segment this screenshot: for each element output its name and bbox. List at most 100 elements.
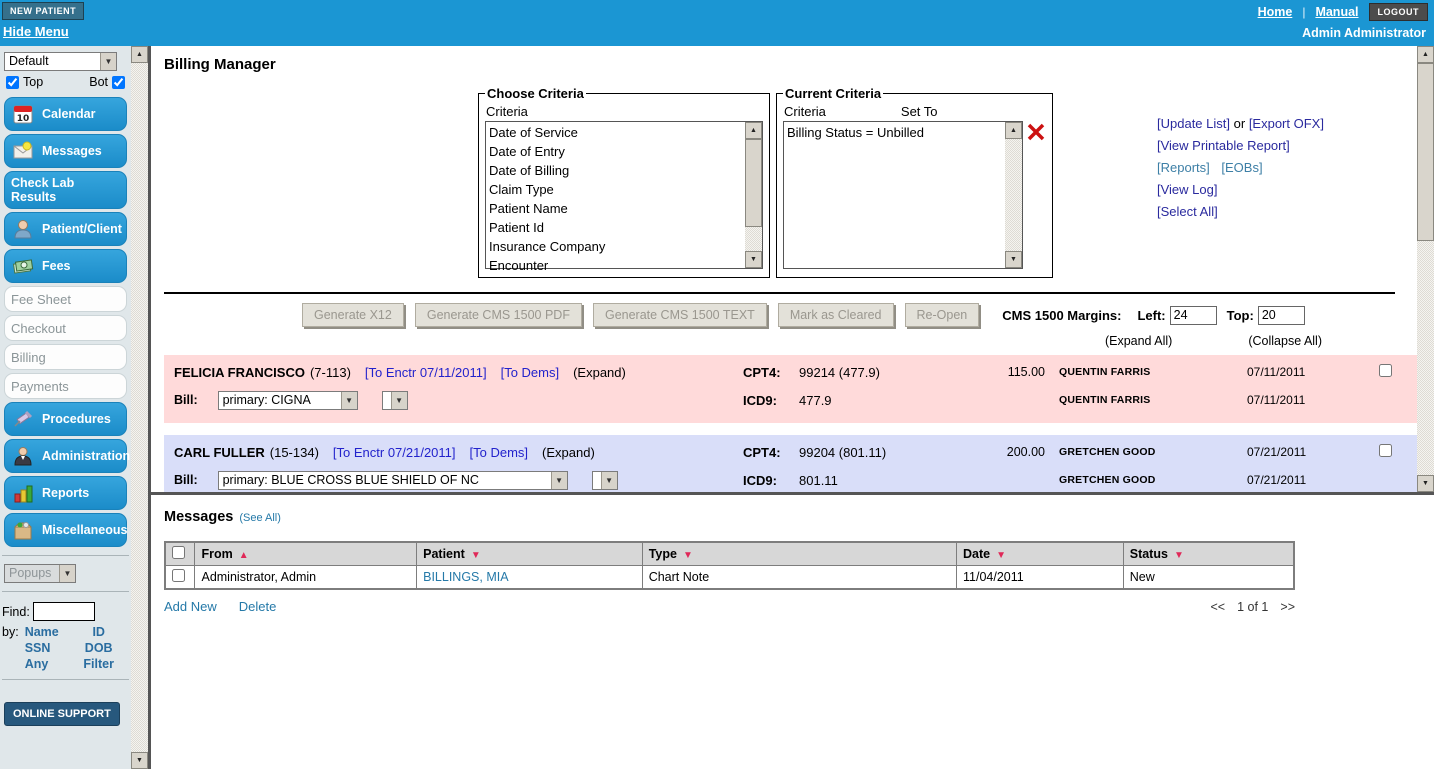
sidebar-item-calendar[interactable]: 10 Calendar: [4, 97, 127, 131]
sidebar-item-patient-client[interactable]: Patient/Client: [4, 212, 127, 246]
home-link[interactable]: Home: [1258, 5, 1293, 19]
new-patient-button[interactable]: NEW PATIENT: [2, 2, 84, 20]
scroll-up-icon[interactable]: ▲: [131, 46, 148, 63]
partner-select[interactable]: ▼: [382, 391, 408, 410]
scroll-down-icon[interactable]: ▼: [745, 251, 762, 268]
bot-checkbox[interactable]: [112, 76, 125, 89]
criteria-option[interactable]: Date of Billing: [489, 161, 745, 180]
next-page-button[interactable]: >>: [1280, 600, 1295, 614]
sidebar-item-check-lab-results[interactable]: Check Lab Results: [4, 171, 127, 209]
sidebar-item-payments[interactable]: Payments: [4, 373, 127, 399]
criteria-option[interactable]: Encounter: [489, 256, 745, 275]
scrollbar-thumb[interactable]: [1417, 63, 1434, 241]
partner-select[interactable]: ▼: [592, 471, 618, 490]
collapse-all-link[interactable]: (Collapse All): [1248, 334, 1322, 348]
scroll-up-icon[interactable]: ▲: [1417, 46, 1434, 63]
find-by-id-link[interactable]: ID: [75, 625, 123, 639]
find-by-name-link[interactable]: Name: [25, 625, 75, 639]
prev-page-button[interactable]: <<: [1211, 600, 1226, 614]
choose-criteria-listbox[interactable]: Date of Service Date of Entry Date of Bi…: [485, 121, 763, 269]
find-by-filter-link[interactable]: Filter: [75, 657, 123, 671]
manual-link[interactable]: Manual: [1315, 5, 1358, 19]
claim-select-checkbox[interactable]: [1379, 444, 1392, 457]
chevron-down-icon[interactable]: ▼: [391, 392, 407, 409]
column-header-from[interactable]: From▲: [195, 542, 417, 566]
current-criteria-item[interactable]: Billing Status = Unbilled: [787, 123, 1005, 142]
logout-button[interactable]: LOGOUT: [1369, 3, 1429, 21]
sidebar-item-checkout[interactable]: Checkout: [4, 315, 127, 341]
criteria-option[interactable]: Date of Entry: [489, 142, 745, 161]
scroll-up-icon[interactable]: ▲: [1005, 122, 1022, 139]
column-header-patient[interactable]: Patient▼: [417, 542, 643, 566]
insurance-select[interactable]: primary: BLUE CROSS BLUE SHIELD OF NC ▼: [218, 471, 568, 490]
export-ofx-link[interactable]: [Export OFX]: [1249, 116, 1324, 131]
mark-as-cleared-button[interactable]: Mark as Cleared: [778, 303, 894, 327]
billing-scrollbar[interactable]: ▲ ▼: [1417, 46, 1434, 492]
top-checkbox[interactable]: [6, 76, 19, 89]
generate-x12-button[interactable]: Generate X12: [302, 303, 404, 327]
find-input[interactable]: [33, 602, 95, 621]
scroll-up-icon[interactable]: ▲: [745, 122, 762, 139]
chevron-down-icon[interactable]: ▼: [59, 565, 75, 582]
expand-all-link[interactable]: (Expand All): [1105, 334, 1172, 348]
left-margin-input[interactable]: [1170, 306, 1217, 325]
find-by-ssn-link[interactable]: SSN: [25, 641, 75, 655]
chevron-down-icon[interactable]: ▼: [601, 472, 617, 489]
column-header-type[interactable]: Type▼: [642, 542, 956, 566]
top-margin-input[interactable]: [1258, 306, 1305, 325]
criteria-option[interactable]: Patient Name: [489, 199, 745, 218]
hide-menu-link[interactable]: Hide Menu: [3, 24, 69, 39]
select-all-checkbox[interactable]: [172, 546, 185, 559]
scroll-down-icon[interactable]: ▼: [1005, 251, 1022, 268]
find-by-any-link[interactable]: Any: [25, 657, 75, 671]
online-support-button[interactable]: ONLINE SUPPORT: [4, 702, 120, 726]
update-list-link[interactable]: [Update List]: [1157, 116, 1230, 131]
expand-claim-link[interactable]: (Expand): [573, 365, 626, 380]
view-printable-report-link[interactable]: [View Printable Report]: [1157, 138, 1324, 153]
listbox-scrollbar[interactable]: ▲ ▼: [745, 122, 762, 268]
claim-select-checkbox[interactable]: [1379, 364, 1392, 377]
generate-cms-1500-text-button[interactable]: Generate CMS 1500 TEXT: [593, 303, 767, 327]
chevron-down-icon[interactable]: ▼: [341, 392, 357, 409]
chevron-down-icon[interactable]: ▼: [100, 53, 116, 70]
scrollbar-thumb[interactable]: [745, 139, 762, 227]
see-all-link[interactable]: (See All): [239, 512, 281, 524]
select-all-link[interactable]: [Select All]: [1157, 204, 1324, 219]
sidebar-item-reports[interactable]: Reports: [4, 476, 127, 510]
listbox-scrollbar[interactable]: ▲ ▼: [1005, 122, 1022, 268]
column-header-status[interactable]: Status▼: [1123, 542, 1294, 566]
column-header-date[interactable]: Date▼: [957, 542, 1124, 566]
sidebar-item-fee-sheet[interactable]: Fee Sheet: [4, 286, 127, 312]
delete-link[interactable]: Delete: [239, 599, 277, 614]
current-criteria-listbox[interactable]: Billing Status = Unbilled ▲ ▼: [783, 121, 1023, 269]
sidebar-item-miscellaneous[interactable]: Miscellaneous: [4, 513, 127, 547]
reports-link[interactable]: [Reports]: [1157, 160, 1210, 175]
criteria-option[interactable]: Insurance Company: [489, 237, 745, 256]
sidebar-item-administration[interactable]: Administration: [4, 439, 127, 473]
to-demographics-link[interactable]: [To Dems]: [501, 365, 560, 380]
expand-claim-link[interactable]: (Expand): [542, 445, 595, 460]
sidebar-item-messages[interactable]: Messages: [4, 134, 127, 168]
to-encounter-link[interactable]: [To Enctr 07/21/2011]: [333, 445, 456, 460]
layout-select[interactable]: Default ▼: [4, 52, 117, 71]
sidebar-scrollbar[interactable]: ▲ ▼: [131, 46, 148, 769]
scroll-down-icon[interactable]: ▼: [1417, 475, 1434, 492]
re-open-button[interactable]: Re-Open: [905, 303, 980, 327]
eobs-link[interactable]: [EOBs]: [1221, 160, 1262, 175]
criteria-option[interactable]: Date of Service: [489, 123, 745, 142]
scroll-down-icon[interactable]: ▼: [131, 752, 148, 769]
sidebar-item-billing[interactable]: Billing: [4, 344, 127, 370]
insurance-select[interactable]: primary: CIGNA ▼: [218, 391, 358, 410]
view-log-link[interactable]: [View Log]: [1157, 182, 1324, 197]
popups-select[interactable]: Popups ▼: [4, 564, 76, 583]
find-by-dob-link[interactable]: DOB: [75, 641, 123, 655]
to-demographics-link[interactable]: [To Dems]: [470, 445, 529, 460]
message-patient-link[interactable]: BILLINGS, MIA: [423, 570, 508, 584]
add-new-link[interactable]: Add New: [164, 599, 217, 614]
criteria-option[interactable]: Claim Type: [489, 180, 745, 199]
table-row[interactable]: Administrator, Admin BILLINGS, MIA Chart…: [165, 566, 1294, 590]
generate-cms-1500-pdf-button[interactable]: Generate CMS 1500 PDF: [415, 303, 582, 327]
sidebar-item-fees[interactable]: Fees: [4, 249, 127, 283]
to-encounter-link[interactable]: [To Enctr 07/11/2011]: [365, 365, 487, 380]
criteria-option[interactable]: Patient Id: [489, 218, 745, 237]
